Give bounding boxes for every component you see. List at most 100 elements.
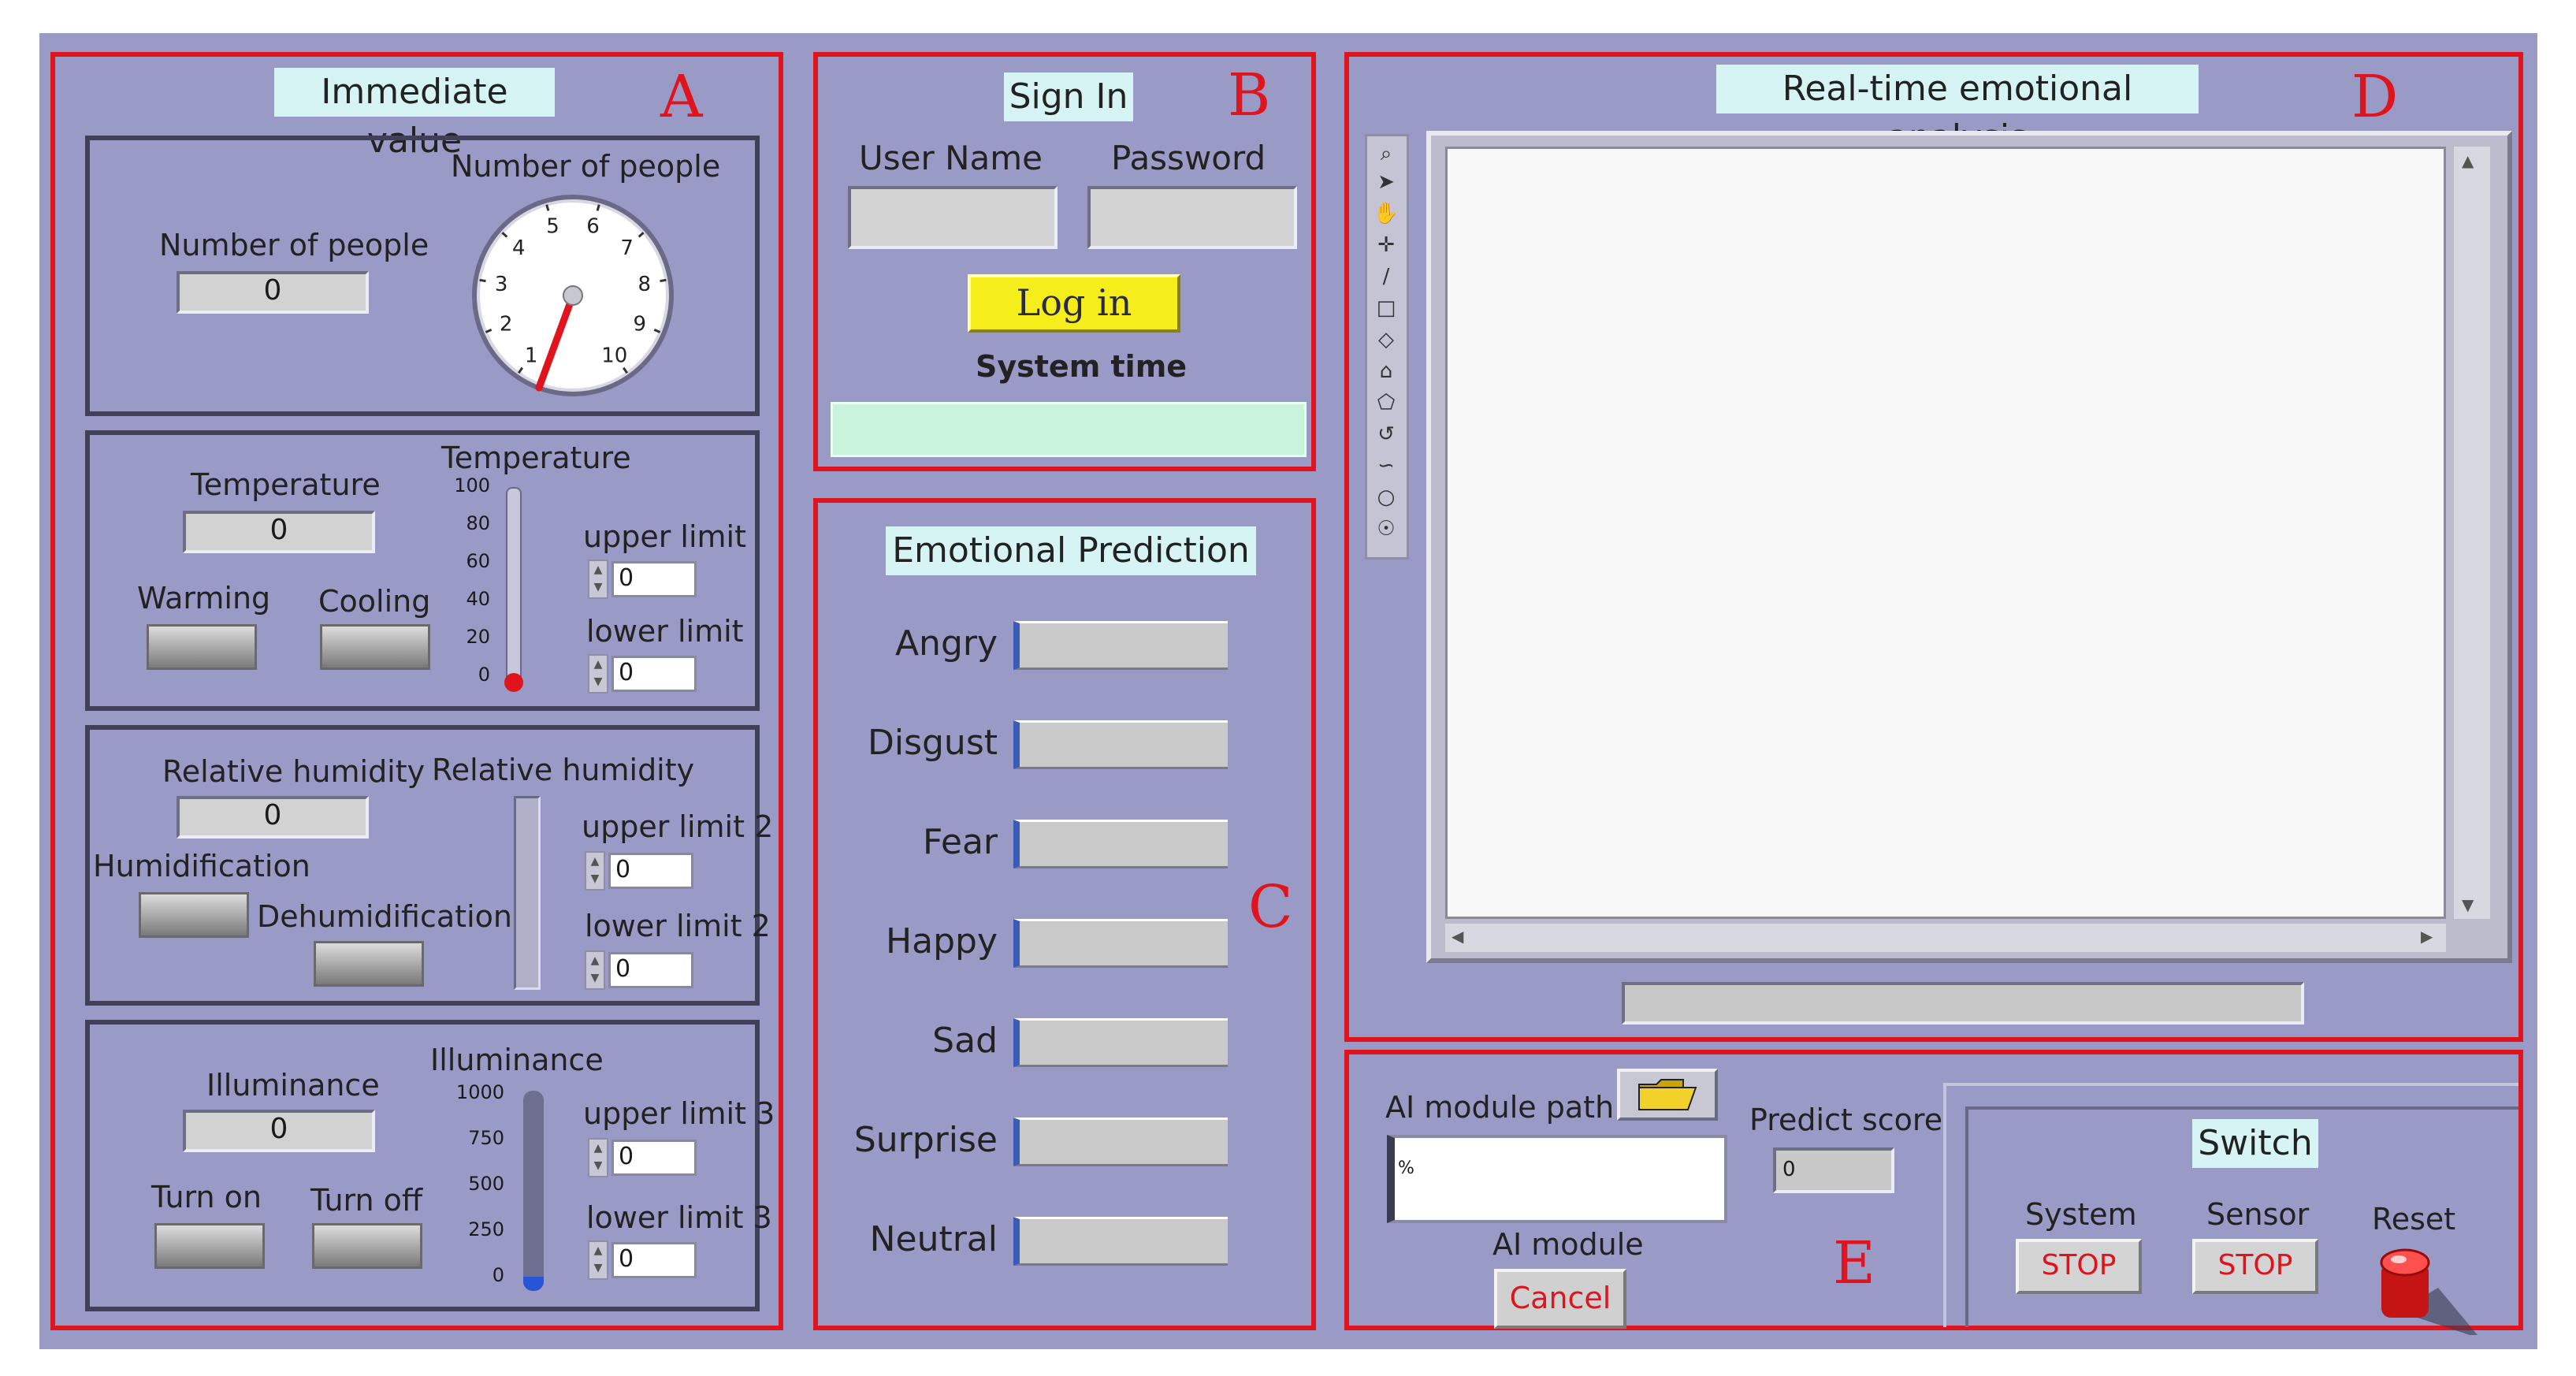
panel-d-title: Real-time emotional analysis — [1716, 65, 2199, 158]
cancel-button[interactable]: Cancel — [1494, 1269, 1626, 1329]
horizontal-scrollbar[interactable]: ◀ ▶ — [1445, 924, 2446, 952]
thermo-tick-0: 0 — [478, 664, 490, 686]
gauge-tick-10: 10 — [601, 344, 627, 367]
temp-lower-label: lower limit — [586, 614, 744, 649]
vertical-scrollbar[interactable]: ▲ ▼ — [2454, 147, 2490, 919]
illum-tick-250: 250 — [468, 1218, 504, 1240]
panel-b: Sign In B User Name Password Log in Syst… — [813, 52, 1316, 471]
password-input[interactable] — [1087, 186, 1297, 249]
warming-indicator — [147, 624, 257, 670]
emotion-bar-fear — [1013, 820, 1228, 868]
stepper-arrows-icon[interactable]: ▲ ▼ — [585, 851, 605, 891]
panel-c-letter: C — [1248, 873, 1293, 941]
rounded-rectangle-icon[interactable]: ◇ — [1369, 322, 1403, 357]
illum-lower-value[interactable]: 0 — [611, 1242, 697, 1278]
illum-lower-stepper[interactable]: ▲ ▼ 0 — [588, 1240, 698, 1280]
people-gauge: 12 345 678 9 10 — [472, 195, 674, 396]
folder-icon — [1638, 1079, 1697, 1110]
illum-tick-750: 750 — [468, 1127, 504, 1149]
oval-icon[interactable]: ⬠ — [1369, 385, 1403, 420]
illum-upper-value[interactable]: 0 — [611, 1140, 697, 1176]
lasso-icon[interactable]: ☉ — [1369, 511, 1403, 546]
illum-tick-500: 500 — [468, 1173, 504, 1195]
sensor-stop-button[interactable]: STOP — [2192, 1239, 2318, 1294]
emotion-label-fear: Fear — [922, 822, 998, 862]
rectangle-icon[interactable]: □ — [1369, 291, 1403, 325]
scroll-up-icon[interactable]: ▲ — [2462, 151, 2474, 170]
stepper-arrows-icon[interactable]: ▲ ▼ — [588, 1240, 608, 1280]
cooling-indicator — [320, 624, 430, 670]
arc-icon[interactable]: ↺ — [1369, 417, 1403, 452]
emotion-label-sad: Sad — [932, 1021, 998, 1061]
illum-upper-stepper[interactable]: ▲ ▼ 0 — [588, 1138, 698, 1177]
illum-upper-label: upper limit 3 — [583, 1096, 775, 1131]
emotion-bar-happy — [1013, 919, 1228, 968]
temperature-value: 0 — [183, 511, 375, 553]
illuminance-bar-label: Illuminance — [430, 1043, 604, 1077]
analysis-status-bar — [1622, 982, 2304, 1025]
panel-e-letter: E — [1833, 1229, 1876, 1297]
turn-off-indicator — [312, 1223, 422, 1269]
login-button[interactable]: Log in — [968, 274, 1180, 333]
panel-a: Immediate value A Number of people 0 Num… — [50, 52, 783, 1330]
arrow-icon[interactable]: ➤ — [1369, 165, 1403, 199]
thermometer-scale: 100 80 60 40 20 0 — [454, 474, 503, 686]
scroll-left-icon[interactable]: ◀ — [1452, 927, 1463, 946]
gauge-tick-mark — [660, 278, 667, 283]
panel-c: Emotional Prediction C Angry Disgust Fear H… — [813, 498, 1316, 1330]
reset-button[interactable] — [2367, 1240, 2477, 1335]
ai-path-input[interactable]: % — [1387, 1135, 1727, 1223]
temp-lower-value[interactable]: 0 — [611, 656, 697, 692]
ai-module-label: AI module — [1492, 1227, 1644, 1262]
polygon-icon[interactable]: ⌂ — [1369, 354, 1403, 389]
illuminance-value: 0 — [183, 1110, 375, 1152]
switch-outer-frame: Switch System STOP Sensor STOP Reset — [1943, 1083, 2518, 1335]
gauge-tick-mark — [479, 278, 486, 283]
folder-browse-button[interactable] — [1617, 1069, 1718, 1121]
gauge-tick-mark — [596, 204, 600, 211]
temp-lower-stepper[interactable]: ▲ ▼ 0 — [588, 654, 698, 694]
line-icon[interactable]: ∕ — [1369, 259, 1403, 294]
temp-upper-stepper[interactable]: ▲ ▼ 0 — [588, 560, 698, 599]
freeform-icon[interactable]: ∽ — [1369, 448, 1403, 483]
panel-c-title: Emotional Prediction — [886, 526, 1256, 575]
emotion-bar-surprise — [1013, 1118, 1228, 1166]
username-label: User Name — [859, 139, 1043, 177]
stepper-arrows-icon[interactable]: ▲ ▼ — [588, 654, 608, 694]
crosshair-icon[interactable]: ✛ — [1369, 228, 1403, 262]
temp-upper-value[interactable]: 0 — [611, 561, 697, 597]
system-switch-label: System — [2025, 1197, 2137, 1232]
turn-on-indicator — [154, 1223, 265, 1269]
humidity-value: 0 — [177, 796, 369, 839]
username-input[interactable] — [848, 186, 1058, 249]
warming-label: Warming — [137, 581, 271, 615]
reset-label: Reset — [2372, 1202, 2456, 1237]
system-time-label: System time — [976, 349, 1188, 384]
sensor-switch-label: Sensor — [2206, 1197, 2310, 1232]
gauge-tick-4: 4 — [512, 236, 526, 260]
humidity-upper-value[interactable]: 0 — [608, 853, 693, 889]
humidity-lower-stepper[interactable]: ▲ ▼ 0 — [585, 950, 695, 990]
panel-d: Real-time emotional analysis D ⌕ ➤ ✋ ✛ ∕… — [1344, 52, 2523, 1042]
illuminance-section: Illuminance 0 Illuminance 1000 750 500 2… — [85, 1020, 775, 1311]
panel-d-letter: D — [2351, 63, 2399, 131]
scroll-right-icon[interactable]: ▶ — [2421, 927, 2433, 946]
humidity-lower-value[interactable]: 0 — [608, 952, 693, 988]
stepper-arrows-icon[interactable]: ▲ ▼ — [585, 950, 605, 990]
illum-tick-1000: 1000 — [455, 1081, 504, 1103]
temp-upper-label: upper limit — [583, 519, 746, 554]
temperature-section: Temperature 0 Temperature 100 80 60 40 2… — [85, 430, 760, 711]
scroll-down-icon[interactable]: ▼ — [2462, 895, 2474, 914]
illum-lower-label: lower limit 3 — [586, 1200, 772, 1235]
erase-icon[interactable]: ○ — [1369, 480, 1403, 515]
picture-display[interactable] — [1445, 147, 2446, 919]
thermo-tick-80: 80 — [466, 512, 490, 534]
switch-title: Switch — [2192, 1119, 2318, 1168]
humidity-upper-stepper[interactable]: ▲ ▼ 0 — [585, 851, 695, 891]
stepper-arrows-icon[interactable]: ▲ ▼ — [588, 1138, 608, 1177]
hand-icon[interactable]: ✋ — [1369, 196, 1403, 231]
system-stop-button[interactable]: STOP — [2016, 1239, 2142, 1294]
illuminance-fill — [523, 1277, 544, 1291]
stepper-arrows-icon[interactable]: ▲ ▼ — [588, 560, 608, 599]
ai-path-label: AI module path — [1385, 1090, 1615, 1125]
